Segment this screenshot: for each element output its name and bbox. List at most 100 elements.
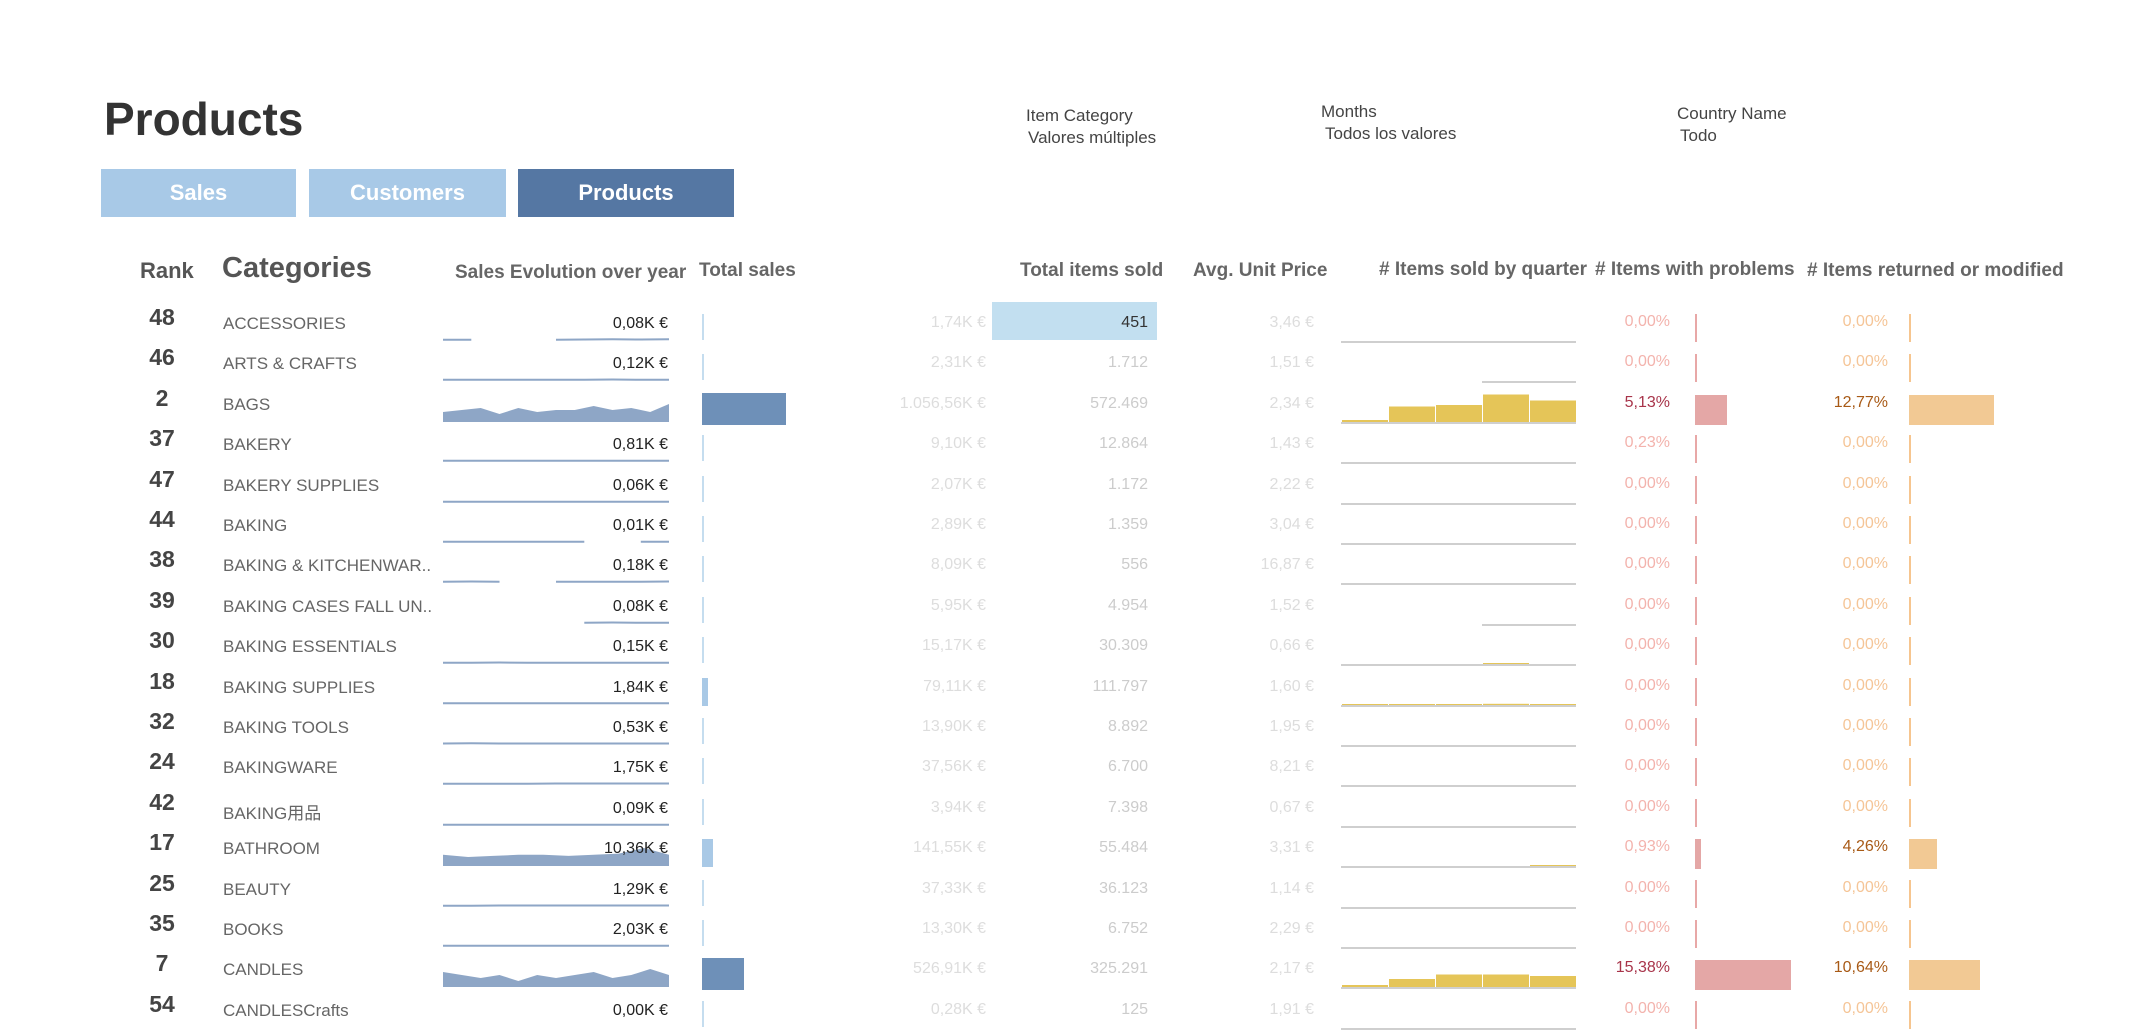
rank-value: 32 bbox=[140, 708, 184, 735]
items-with-problems-bar bbox=[1695, 799, 1697, 827]
table-row[interactable]: 48ACCESSORIES0,08K €1,74K €4513,46 €0,00… bbox=[0, 304, 2130, 344]
revenue-value: 3,94K € bbox=[800, 799, 986, 817]
total-sales-label: 1,29K € bbox=[548, 881, 668, 899]
revenue-value: 141,55K € bbox=[800, 839, 986, 857]
items-returned-bar bbox=[1909, 516, 1911, 544]
items-returned-pct: 0,00% bbox=[1780, 717, 1888, 735]
table-row[interactable]: 24BAKINGWARE1,75K €37,56K €6.7008,21 €0,… bbox=[0, 748, 2130, 788]
avg-unit-price-value: 1,52 € bbox=[1180, 597, 1314, 615]
table-row[interactable]: 17BATHROOM10,36K €141,55K €55.4843,31 €0… bbox=[0, 829, 2130, 869]
items-by-quarter-chart bbox=[1341, 425, 1576, 465]
table-row[interactable]: 54CANDLESCrafts0,00K €0,28K €1251,91 €0,… bbox=[0, 991, 2130, 1031]
items-by-quarter-chart bbox=[1341, 950, 1576, 990]
table-row[interactable]: 37BAKERY0,81K €9,10K €12.8641,43 €0,23%0… bbox=[0, 425, 2130, 465]
total-sales-bar bbox=[702, 958, 744, 990]
total-sales-bar bbox=[702, 314, 704, 340]
total-sales-label: 10,36K € bbox=[548, 840, 668, 858]
items-by-quarter-chart bbox=[1341, 506, 1576, 546]
avg-unit-price-value: 8,21 € bbox=[1180, 758, 1314, 776]
items-returned-bar bbox=[1909, 476, 1911, 504]
total-sales-bar bbox=[702, 637, 704, 663]
table-row[interactable]: 47BAKERY SUPPLIES0,06K €2,07K €1.1722,22… bbox=[0, 466, 2130, 506]
table-row[interactable]: 32BAKING TOOLS0,53K €13,90K €8.8921,95 €… bbox=[0, 708, 2130, 748]
total-sales-bar bbox=[702, 1001, 704, 1027]
items-with-problems-bar bbox=[1695, 880, 1697, 908]
rank-value: 35 bbox=[140, 910, 184, 937]
items-with-problems-bar bbox=[1695, 960, 1791, 990]
items-returned-pct: 0,00% bbox=[1780, 434, 1888, 452]
total-sales-bar bbox=[702, 354, 704, 380]
total-sales-bar bbox=[702, 718, 704, 744]
items-returned-bar bbox=[1909, 314, 1911, 342]
table-row[interactable]: 35BOOKS2,03K €13,30K €6.7522,29 €0,00%0,… bbox=[0, 910, 2130, 950]
items-by-quarter-chart bbox=[1341, 991, 1576, 1031]
items-by-quarter-chart bbox=[1341, 385, 1576, 425]
items-returned-bar bbox=[1909, 960, 1980, 990]
avg-unit-price-value: 3,31 € bbox=[1180, 839, 1314, 857]
avg-unit-price-value: 1,51 € bbox=[1180, 354, 1314, 372]
table-row[interactable]: 2BAGS1.056,56K €572.4692,34 €5,13%12,77% bbox=[0, 385, 2130, 425]
total-sales-bar bbox=[702, 597, 704, 623]
table-row[interactable]: 38BAKING & KITCHENWAR..0,18K €8,09K €556… bbox=[0, 546, 2130, 586]
revenue-value: 1,74K € bbox=[800, 314, 986, 332]
items-by-quarter-chart bbox=[1341, 627, 1576, 667]
category-label: BAGS bbox=[223, 395, 270, 415]
items-with-problems-pct: 0,93% bbox=[1572, 838, 1670, 856]
table-row[interactable]: 46ARTS & CRAFTS0,12K €2,31K €1.7121,51 €… bbox=[0, 344, 2130, 384]
table-row[interactable]: 44BAKING0,01K €2,89K €1.3593,04 €0,00%0,… bbox=[0, 506, 2130, 546]
items-with-problems-pct: 0,00% bbox=[1572, 879, 1670, 897]
total-sales-label: 0,06K € bbox=[548, 477, 668, 495]
items-returned-pct: 0,00% bbox=[1780, 1000, 1888, 1018]
items-with-problems-bar bbox=[1695, 1001, 1697, 1029]
table-row[interactable]: 18BAKING SUPPLIES1,84K €79,11K €111.7971… bbox=[0, 668, 2130, 708]
avg-unit-price-value: 1,43 € bbox=[1180, 435, 1314, 453]
sparkline-area bbox=[443, 969, 669, 987]
rank-value: 47 bbox=[140, 466, 184, 493]
category-label: BAKERY SUPPLIES bbox=[223, 476, 379, 496]
table-row[interactable]: 30BAKING ESSENTIALS0,15K €15,17K €30.309… bbox=[0, 627, 2130, 667]
items-by-quarter-chart bbox=[1341, 708, 1576, 748]
rank-value: 17 bbox=[140, 829, 184, 856]
items-returned-pct: 0,00% bbox=[1780, 757, 1888, 775]
items-by-quarter-chart bbox=[1341, 304, 1576, 344]
total-sales-bar bbox=[702, 556, 704, 582]
items-with-problems-bar bbox=[1695, 920, 1697, 948]
quarter-bar bbox=[1483, 394, 1529, 423]
total-sales-label: 0,08K € bbox=[548, 315, 668, 333]
sales-evolution-sparkline bbox=[443, 385, 669, 425]
avg-unit-price-value: 1,14 € bbox=[1180, 880, 1314, 898]
avg-unit-price-value: 3,46 € bbox=[1180, 314, 1314, 332]
rank-value: 25 bbox=[140, 870, 184, 897]
table-row[interactable]: 25BEAUTY1,29K €37,33K €36.1231,14 €0,00%… bbox=[0, 870, 2130, 910]
items-with-problems-pct: 0,00% bbox=[1572, 596, 1670, 614]
items-by-quarter-chart bbox=[1341, 466, 1576, 506]
table-row[interactable]: 42BAKING用品0,09K €3,94K €7.3980,67 €0,00%… bbox=[0, 789, 2130, 829]
items-returned-bar bbox=[1909, 839, 1937, 869]
category-label: CANDLESCrafts bbox=[223, 1001, 349, 1021]
items-by-quarter-chart bbox=[1341, 668, 1576, 708]
quarter-bar bbox=[1483, 975, 1529, 989]
revenue-value: 5,95K € bbox=[800, 597, 986, 615]
avg-unit-price-value: 2,17 € bbox=[1180, 960, 1314, 978]
items-with-problems-bar bbox=[1695, 597, 1697, 625]
items-returned-pct: 0,00% bbox=[1780, 879, 1888, 897]
items-sold-value: 325.291 bbox=[992, 960, 1148, 978]
category-label: ARTS & CRAFTS bbox=[223, 354, 357, 374]
items-sold-value: 8.892 bbox=[992, 718, 1148, 736]
items-by-quarter-chart bbox=[1341, 829, 1576, 869]
table-row[interactable]: 39BAKING CASES FALL UN..0,08K €5,95K €4.… bbox=[0, 587, 2130, 627]
total-sales-bar bbox=[702, 880, 704, 906]
quarter-bar bbox=[1530, 400, 1576, 423]
items-returned-pct: 0,00% bbox=[1780, 475, 1888, 493]
items-with-problems-bar bbox=[1695, 354, 1697, 382]
items-with-problems-bar bbox=[1695, 516, 1697, 544]
rank-value: 48 bbox=[140, 304, 184, 331]
items-with-problems-pct: 0,00% bbox=[1572, 313, 1670, 331]
category-label: BAKERY bbox=[223, 435, 292, 455]
items-with-problems-pct: 0,00% bbox=[1572, 717, 1670, 735]
table-row[interactable]: 7CANDLES526,91K €325.2912,17 €15,38%10,6… bbox=[0, 950, 2130, 990]
category-label: BEAUTY bbox=[223, 880, 291, 900]
revenue-value: 79,11K € bbox=[800, 678, 986, 696]
category-label: BAKING用品 bbox=[223, 799, 321, 824]
items-with-problems-bar bbox=[1695, 556, 1697, 584]
